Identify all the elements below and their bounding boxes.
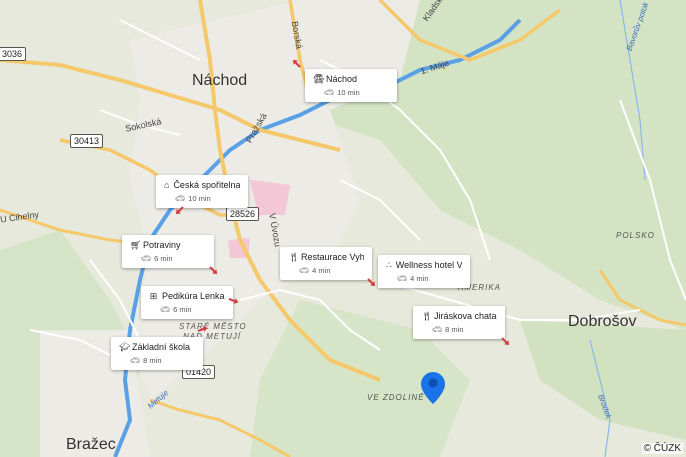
poi-time: 8 min <box>445 325 464 334</box>
map-copyright: © ČÚZK <box>641 443 683 454</box>
car-icon: 🚗︎ <box>130 356 141 365</box>
location-pin-icon[interactable] <box>421 372 445 404</box>
poi-time: 4 min <box>312 266 331 275</box>
poi-name: Náchod <box>326 74 358 84</box>
medical-icon: ⊞ <box>149 291 158 301</box>
poi-time: 6 min <box>173 305 192 314</box>
town-label-dobrosov: Dobrošov <box>568 313 637 330</box>
poi-time: 4 min <box>410 274 429 283</box>
poi-card-restaurace[interactable]: 🍴︎Restaurace Vyhlí... 🚗︎4 min <box>280 247 372 280</box>
car-icon: 🚗︎ <box>324 88 335 97</box>
town-label-brazec: Bražec <box>66 436 116 453</box>
car-icon: 🚗︎ <box>299 266 310 275</box>
car-icon: 🚗︎ <box>141 254 152 263</box>
poi-name: Restaurace Vyhlí... <box>301 252 364 262</box>
poi-time: 6 min <box>154 254 173 263</box>
car-icon: 🚗︎ <box>160 305 171 314</box>
poi-time: 10 min <box>337 88 360 97</box>
road-shield-30413: 30413 <box>70 134 104 148</box>
bus-icon: 🚍︎ <box>313 74 325 84</box>
car-icon: 🚗︎ <box>432 325 443 334</box>
poi-card-potraviny[interactable]: 🛒︎ Potraviny 🚗︎ 6 min <box>122 235 214 268</box>
poi-name: Jiráskova chata <box>434 311 497 321</box>
poi-name: Pedikúra Lenka <box>162 291 225 301</box>
area-label-polsko: POLSKO <box>616 231 655 240</box>
map-view[interactable]: Náchod Dobrošov Bražec POLSKO AMERIKA ST… <box>0 0 686 457</box>
poi-time: 8 min <box>143 356 162 365</box>
cart-icon: 🛒︎ <box>130 240 142 250</box>
hotel-icon: ∴ <box>386 260 392 270</box>
school-icon: 🎓︎ <box>119 342 131 352</box>
poi-name: Základní škola <box>132 342 191 352</box>
poi-name: Česká spořitelna <box>173 180 240 190</box>
town-label-nachod: Náchod <box>192 72 248 89</box>
poi-time: 10 min <box>188 194 211 203</box>
poi-card-wellness-hotel[interactable]: ∴Wellness hotel Vy... 🚗︎4 min <box>378 255 470 288</box>
car-icon: 🚗︎ <box>175 194 186 203</box>
restaurant-icon: 🍴︎ <box>421 311 433 321</box>
poi-card-ceska-sporitelna[interactable]: ⌂ Česká spořitelna 🚗︎ 10 min <box>156 175 248 208</box>
road-shield-28526: 28526 <box>226 207 260 221</box>
road-shield-3036: 3036 <box>0 47 27 61</box>
poi-card-zakladni-skola[interactable]: 🎓︎ Základní škola 🚗︎ 8 min <box>111 337 203 370</box>
poi-card-nachod[interactable]: 🚍︎ Náchod 🚗︎ 10 min <box>305 69 397 102</box>
car-icon: 🚗︎ <box>397 274 408 283</box>
bank-icon: ⌂ <box>164 180 170 190</box>
poi-card-jiraskova-chata[interactable]: 🍴︎ Jiráskova chata 🚗︎ 8 min <box>413 306 505 339</box>
poi-name: Wellness hotel Vy... <box>395 260 462 270</box>
restaurant-icon: 🍴︎ <box>288 252 300 262</box>
poi-card-pedikura[interactable]: ⊞ Pedikúra Lenka 🚗︎ 6 min <box>141 286 233 319</box>
area-label-ve-zdoline: VE ZDOLINĚ <box>367 393 425 402</box>
poi-name: Potraviny <box>143 240 181 250</box>
area-label-stare-mesto: STARÉ MĚSTO <box>179 322 247 331</box>
